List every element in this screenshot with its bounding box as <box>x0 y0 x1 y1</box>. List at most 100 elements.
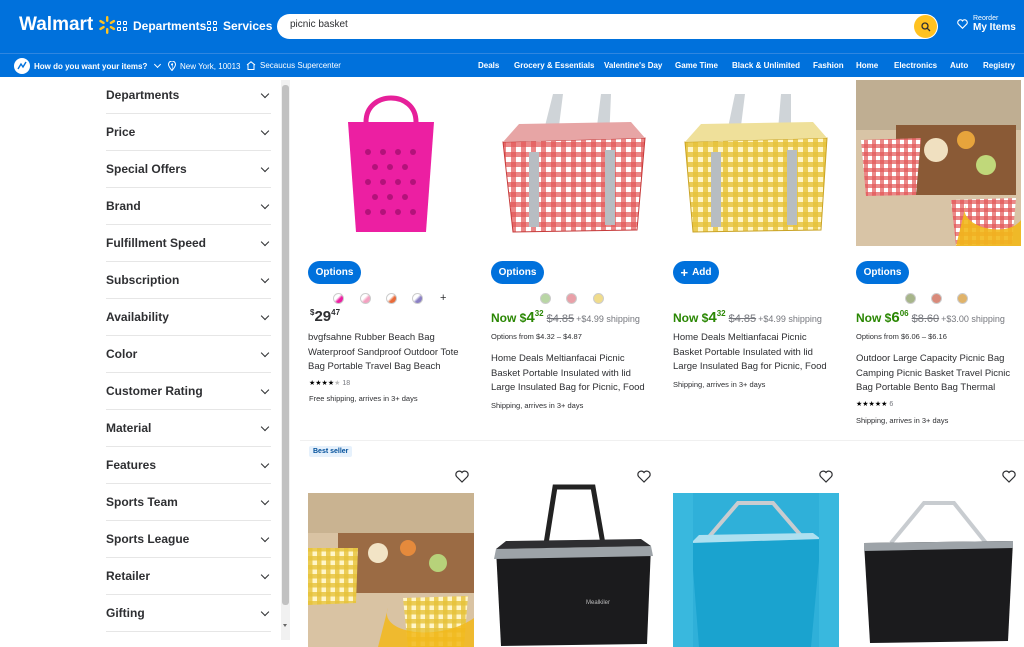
fulfillment-icon <box>14 58 30 74</box>
product-title[interactable]: Home Deals Meltianfacai Picnic Basket Po… <box>491 352 656 396</box>
button-label: Options <box>498 267 537 278</box>
nav-auto[interactable]: Auto <box>950 61 968 70</box>
product-image-blue-market-basket[interactable] <box>673 493 839 647</box>
heart-icon[interactable] <box>1002 470 1016 483</box>
store-selector[interactable]: Secaucus Supercenter <box>246 61 341 70</box>
sidebar-scrollbar[interactable] <box>281 80 290 640</box>
color-swatch[interactable] <box>566 293 577 304</box>
filter-label: Customer Rating <box>106 384 203 398</box>
product-title[interactable]: Home Deals Meltianfacai Picnic Basket Po… <box>673 331 838 375</box>
color-swatch[interactable] <box>957 293 968 304</box>
chevron-down-icon <box>260 385 270 394</box>
filter-sports-league[interactable]: Sports League <box>106 521 271 558</box>
filter-label: Special Offers <box>106 162 187 176</box>
color-swatch[interactable] <box>593 293 604 304</box>
product-image-yellow-gingham-basket[interactable] <box>673 82 839 247</box>
filter-material[interactable]: Material <box>106 410 271 447</box>
product-image-pink-beach-bag[interactable] <box>308 82 474 247</box>
nav-valentines-day[interactable]: Valentine's Day <box>604 61 662 70</box>
fulfillment-question: How do you want your items? <box>34 61 148 71</box>
filter-price[interactable]: Price <box>106 114 271 151</box>
options-button[interactable]: Options <box>491 261 544 284</box>
nav-grocery-essentials[interactable]: Grocery & Essentials <box>514 61 594 70</box>
services-button[interactable]: Services <box>207 19 272 33</box>
shipping-cost: +$4.99 shipping <box>576 314 640 324</box>
now-label: Now $ <box>673 311 709 325</box>
color-swatch[interactable] <box>412 293 423 304</box>
button-label: Add <box>692 267 712 278</box>
walmart-logo[interactable]: Walmart <box>19 14 117 36</box>
color-swatch[interactable] <box>360 293 371 304</box>
filter-label: Subscription <box>106 273 180 287</box>
departments-button[interactable]: Departments <box>117 19 206 33</box>
options-button[interactable]: Options <box>856 261 909 284</box>
filter-sports-team[interactable]: Sports Team <box>106 484 271 521</box>
chevron-down-icon <box>260 348 270 357</box>
filter-brand[interactable]: Brand <box>106 188 271 225</box>
reorder-label: Reorder <box>973 15 999 22</box>
fulfillment-text: Shipping, arrives in 3+ days <box>856 416 949 425</box>
heart-icon[interactable] <box>819 470 833 483</box>
filter-subscription[interactable]: Subscription <box>106 262 271 299</box>
more-swatches[interactable]: + <box>440 292 446 304</box>
filter-retailer[interactable]: Retailer <box>106 558 271 595</box>
chevron-down-icon <box>154 60 162 69</box>
heart-icon[interactable] <box>637 470 651 483</box>
now-label: Now $ <box>491 311 527 325</box>
product-image-yellow-picnic-scene[interactable] <box>308 493 474 647</box>
color-swatch[interactable] <box>386 293 397 304</box>
add-to-cart-button[interactable]: + Add <box>673 261 719 284</box>
product-title[interactable]: bvgfsahne Rubber Beach Bag Waterproof Sa… <box>308 331 473 375</box>
product-image-black-insulated-basket[interactable]: Mealkiler <box>491 484 657 647</box>
price-dollars: 29 <box>314 308 332 325</box>
color-swatch[interactable] <box>540 293 551 304</box>
nav-game-time[interactable]: Game Time <box>675 61 718 70</box>
nav-fashion[interactable]: Fashion <box>813 61 844 70</box>
filter-departments[interactable]: Departments <box>106 77 271 114</box>
reorder-my-items[interactable]: Reorder My Items <box>957 15 1016 33</box>
grid-icon <box>117 21 127 31</box>
product-image-red-gingham-basket[interactable] <box>491 82 657 247</box>
rating-stars: ★★★★★ 18 <box>309 380 351 387</box>
fulfillment-text: Shipping, arrives in 3+ days <box>491 401 584 410</box>
nav-electronics[interactable]: Electronics <box>894 61 937 70</box>
nav-registry[interactable]: Registry <box>983 61 1015 70</box>
grid-icon <box>207 21 217 31</box>
search-input[interactable] <box>290 19 890 30</box>
store-icon <box>246 61 256 70</box>
filter-gifting[interactable]: Gifting <box>106 595 271 632</box>
nav-home[interactable]: Home <box>856 61 878 70</box>
was-price: $8.60 <box>911 313 940 325</box>
product-title[interactable]: Outdoor Large Capacity Picnic Bag Campin… <box>856 352 1022 396</box>
nav-black-unlimited[interactable]: Black & Unlimited <box>732 61 800 70</box>
plus-icon: + <box>680 265 689 280</box>
search-button[interactable] <box>914 15 937 38</box>
product-price: Now $432 $4.85 +$4.99 shipping <box>491 309 640 326</box>
button-label: Options <box>863 267 902 278</box>
filter-features[interactable]: Features <box>106 447 271 484</box>
scroll-down-arrow-icon[interactable] <box>283 624 287 627</box>
services-label: Services <box>223 19 273 33</box>
color-swatch[interactable] <box>905 293 916 304</box>
location-selector[interactable]: New York, 10013 <box>168 61 241 71</box>
filter-fulfillment-speed[interactable]: Fulfillment Speed <box>106 225 271 262</box>
options-button[interactable]: Options <box>308 261 361 284</box>
filter-color[interactable]: Color <box>106 336 271 373</box>
price-cents: 32 <box>716 309 726 318</box>
color-swatch[interactable] <box>931 293 942 304</box>
chevron-down-icon <box>260 459 270 468</box>
filter-availability[interactable]: Availability <box>106 299 271 336</box>
product-image-picnic-bag-scene[interactable] <box>856 80 1021 246</box>
filter-label: Departments <box>106 88 180 102</box>
filter-special-offers[interactable]: Special Offers <box>106 151 271 188</box>
heart-icon[interactable] <box>455 470 469 483</box>
shipping-cost: +$4.99 shipping <box>758 314 822 324</box>
nav-deals[interactable]: Deals <box>478 61 499 70</box>
price-cents: 06 <box>899 309 909 318</box>
filter-label: Color <box>106 347 138 361</box>
fulfillment-selector[interactable]: How do you want your items? | <box>14 58 173 74</box>
product-image-black-folding-basket[interactable] <box>856 493 1021 647</box>
filter-customer-rating[interactable]: Customer Rating <box>106 373 271 410</box>
scrollbar-thumb[interactable] <box>282 85 289 605</box>
color-swatch[interactable] <box>333 293 344 304</box>
